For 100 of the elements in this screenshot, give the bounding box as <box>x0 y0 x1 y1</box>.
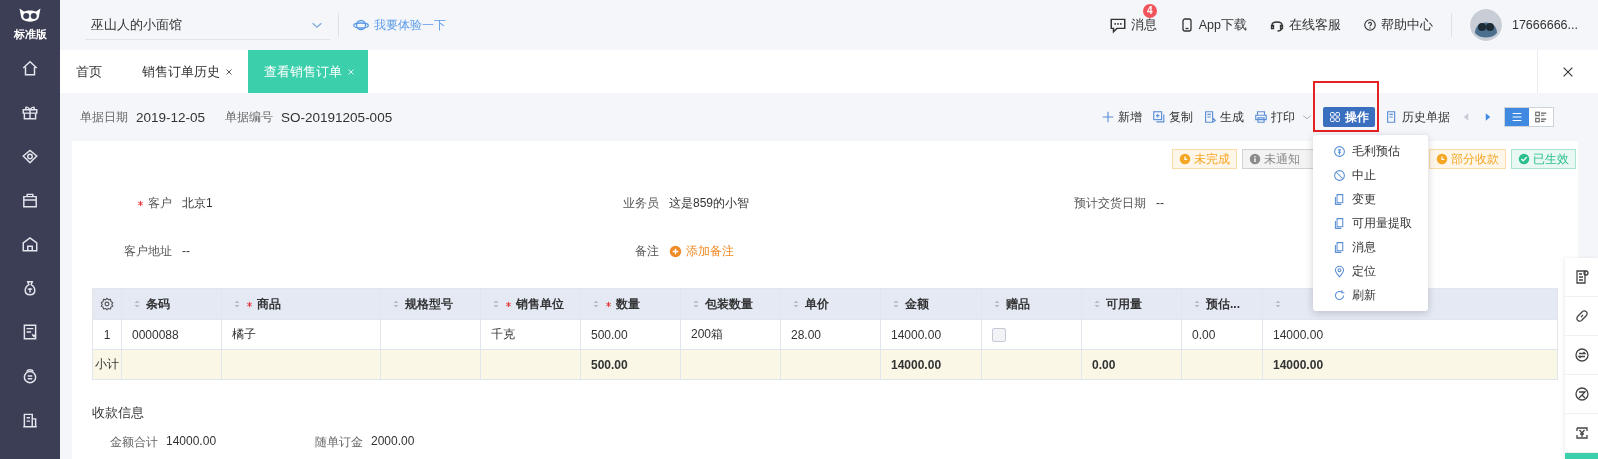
toolbar-action[interactable]: 打印 <box>1254 108 1295 126</box>
table-cell: 200箱 <box>680 319 781 350</box>
subtotal-label: 小计 <box>92 349 122 380</box>
menu-item[interactable]: 定位 <box>1313 259 1428 283</box>
shop-select[interactable]: 巫山人的小面馆 <box>85 10 330 40</box>
refresh-icon <box>1333 288 1346 302</box>
subtotal-cell: 14000.00 <box>880 349 982 380</box>
field-label: 随单订金 <box>315 434 363 451</box>
field-value: 2000.00 <box>371 434 415 450</box>
user-name[interactable]: 17666666... <box>1511 18 1578 32</box>
document-icon <box>1333 192 1346 206</box>
toolbar-action[interactable]: 生成 <box>1203 108 1244 126</box>
table-cell: 0.00 <box>1181 319 1263 350</box>
menu-item[interactable]: 可用量提取 <box>1313 211 1428 235</box>
grid-icon <box>1329 111 1341 123</box>
copy-icon <box>1152 110 1166 124</box>
bag-icon <box>21 191 39 209</box>
document-icon <box>1333 240 1346 254</box>
plus-circle-icon <box>669 244 682 258</box>
operate-button[interactable]: 操作 <box>1323 107 1375 127</box>
column-label: 金额 <box>905 295 929 313</box>
gift-icon <box>21 103 39 121</box>
column-label: 包装数量 <box>705 295 753 313</box>
field-value: -- <box>182 244 190 258</box>
page-tab[interactable]: 首页 <box>60 50 128 93</box>
field-label: 客户地址 <box>124 242 172 260</box>
settings-icon[interactable] <box>100 297 114 311</box>
column-label: 规格型号 <box>405 295 453 313</box>
field-value: 北京1 <box>182 194 213 212</box>
link-icon <box>1573 308 1590 324</box>
clock-icon <box>1436 153 1448 165</box>
table-cell: 500.00 <box>580 319 681 350</box>
online-service-link[interactable]: 在线客服 <box>1268 16 1341 34</box>
toolbar-action[interactable]: 新增 <box>1101 108 1142 126</box>
field-label: 单据编号 <box>225 108 274 126</box>
field-label: 客户 <box>148 194 172 212</box>
exchange-icon <box>1573 347 1590 363</box>
status-tag: 已生效 <box>1511 149 1576 169</box>
status-tag: 未完成 <box>1172 149 1237 169</box>
page-tab[interactable]: 销售订单历史 <box>128 50 248 93</box>
table-cell: 千克 <box>480 319 581 350</box>
row-number: 1 <box>92 319 122 350</box>
chat-icon <box>1108 16 1127 34</box>
field-label: 业务员 <box>623 194 659 212</box>
field-label: 单据日期 <box>80 108 128 126</box>
menu-item[interactable]: 刷新 <box>1313 283 1428 307</box>
field-value: 2019-12-05 <box>136 109 206 125</box>
yen-icon <box>1573 425 1590 441</box>
app-download-link[interactable]: App下载 <box>1178 16 1247 34</box>
view-mode-button[interactable] <box>1529 108 1553 126</box>
field-value: 14000.00 <box>166 434 217 450</box>
column-label: 数量 <box>616 295 640 313</box>
avatar[interactable] <box>1469 9 1502 41</box>
toolbar-action[interactable]: 复制 <box>1152 108 1193 126</box>
messages-link[interactable]: 消息 <box>1108 16 1157 34</box>
column-label: 单价 <box>805 295 829 313</box>
field-value: -- <box>1156 196 1164 210</box>
help-icon <box>1362 18 1377 32</box>
history-link[interactable]: 历史单据 <box>1385 108 1450 126</box>
column-label: 可用量 <box>1106 295 1142 313</box>
check-icon <box>1518 153 1530 165</box>
plus-icon <box>1101 110 1115 124</box>
gift-checkbox[interactable] <box>992 327 1006 342</box>
column-label: 预估... <box>1206 295 1240 313</box>
unread-badge: 4 <box>1142 4 1157 18</box>
info-icon <box>1249 153 1261 165</box>
home-icon <box>21 59 39 77</box>
list-icon <box>1510 110 1524 124</box>
document-icon <box>1333 216 1346 230</box>
subtotal-cell: 500.00 <box>580 349 681 380</box>
warehouse-icon <box>21 235 39 253</box>
field-value: 这是859的小智 <box>669 194 750 212</box>
subtotal-cell: 0.00 <box>1081 349 1182 380</box>
table-cell: 14000.00 <box>1262 319 1558 350</box>
table-cell: 28.00 <box>780 319 881 350</box>
section-title: 收款信息 <box>92 404 145 422</box>
document-icon <box>1203 110 1217 124</box>
column-label: 条码 <box>146 295 170 313</box>
clock-icon <box>1179 153 1191 165</box>
table-cell: 0000088 <box>121 319 222 350</box>
table-cell: 橘子 <box>221 319 381 350</box>
field-label: 备注 <box>635 242 659 260</box>
field-label: 预计交货日期 <box>1074 194 1146 212</box>
column-label: 商品 <box>257 295 281 313</box>
subtotal-cell: 14000.00 <box>1262 349 1558 380</box>
table-cell: 14000.00 <box>880 319 982 350</box>
bill-icon <box>21 323 39 341</box>
field-value: SO-20191205-005 <box>281 109 393 125</box>
planet-icon <box>353 17 369 33</box>
view-mode-button[interactable] <box>1505 108 1529 126</box>
detail-list-icon <box>1534 110 1548 124</box>
close-icon[interactable] <box>224 66 234 77</box>
status-tag: 部分收款 <box>1429 149 1506 169</box>
help-center-link[interactable]: 帮助中心 <box>1362 16 1433 34</box>
field-label: 金额合计 <box>110 434 158 451</box>
printer-icon <box>1254 110 1268 124</box>
menu-item[interactable]: 变更 <box>1313 187 1428 211</box>
column-label: 销售单位 <box>516 295 564 313</box>
menu-item[interactable]: 消息 <box>1313 235 1428 259</box>
form-icon <box>1573 269 1590 285</box>
